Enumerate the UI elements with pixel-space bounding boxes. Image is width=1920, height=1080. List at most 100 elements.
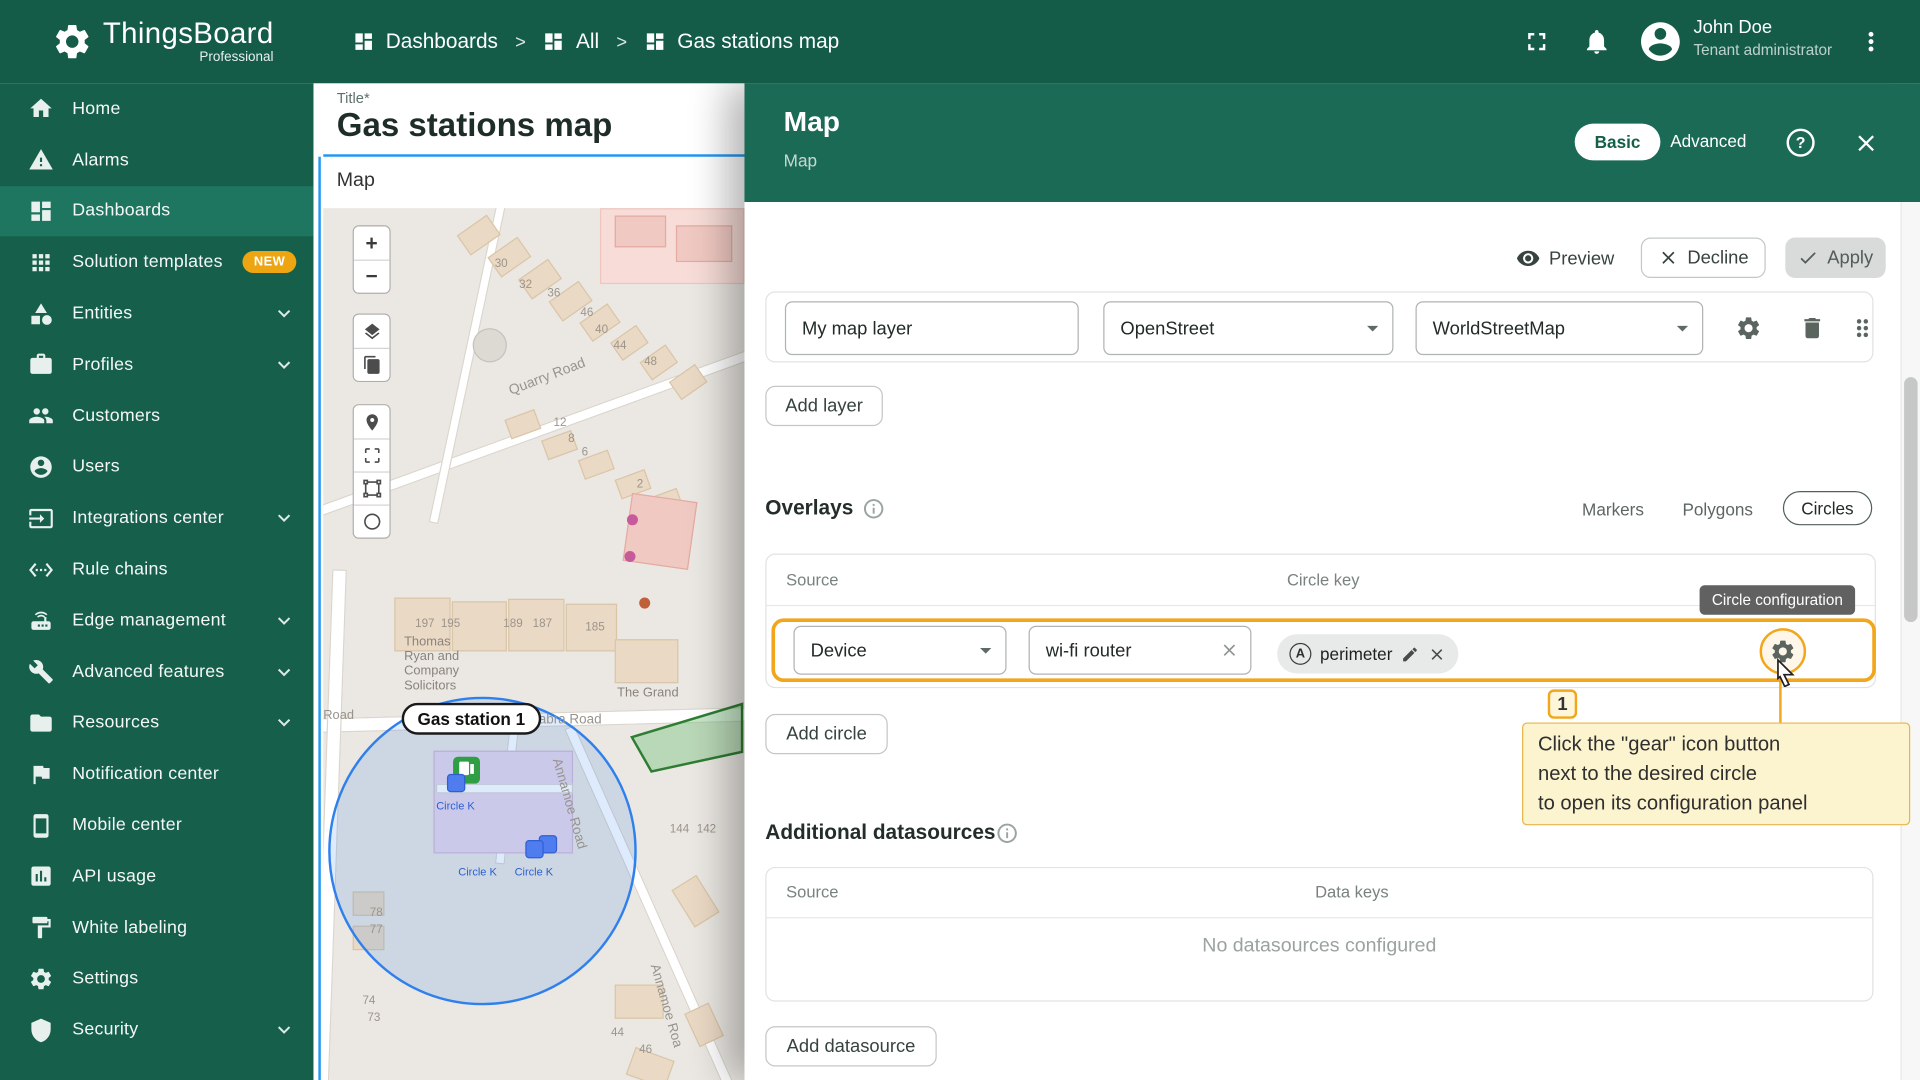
breadcrumb-current[interactable]: Gas stations map <box>644 29 839 53</box>
sidebar-item-white-labeling[interactable]: White labeling <box>0 902 313 953</box>
location-pin-icon <box>362 412 382 432</box>
avatar[interactable] <box>1637 18 1684 65</box>
sidebar-item-settings[interactable]: Settings <box>0 953 313 1004</box>
clear-input-icon[interactable] <box>1220 640 1240 660</box>
layer-drag-handle-icon[interactable] <box>1849 315 1876 342</box>
sidebar-item-mobile-center[interactable]: Mobile center <box>0 800 313 851</box>
map-provider-select[interactable]: OpenStreet <box>1103 301 1393 355</box>
zoom-in-button[interactable]: + <box>354 227 390 260</box>
breadcrumb-separator: > <box>515 31 526 52</box>
circle-key-chip[interactable]: A perimeter <box>1277 634 1458 673</box>
sidebar-item-label: Solution templates <box>72 253 222 273</box>
sidebar-item-rule-chains[interactable]: Rule chains <box>0 544 313 595</box>
map-polygon-overlay[interactable] <box>629 700 744 776</box>
scrollbar-track[interactable] <box>1900 202 1920 1080</box>
sidebar-item-entities[interactable]: Entities <box>0 288 313 339</box>
gas-station-tooltip-chip[interactable]: Gas station 1 <box>402 703 541 735</box>
sidebar-item-profiles[interactable]: Profiles <box>0 339 313 390</box>
breadcrumb-label: Dashboards <box>386 29 498 53</box>
add-layer-button[interactable]: Add layer <box>765 386 883 426</box>
brand-logo[interactable]: ThingsBoard Professional <box>51 18 273 65</box>
sidebar-item-alarms[interactable]: Alarms <box>0 134 313 185</box>
sidebar-item-label: Notification center <box>72 764 219 784</box>
callout-line: to open its configuration panel <box>1538 789 1894 818</box>
widget-selection-edge <box>318 157 320 1080</box>
dashboard-title-input[interactable]: Gas stations map <box>337 107 613 145</box>
map-poi-icon <box>639 598 650 609</box>
column-header-circle-key: Circle key <box>1287 571 1360 589</box>
info-icon <box>862 497 885 520</box>
map-widget[interactable]: Gas station 1 Circle K Circle K Circle K… <box>323 208 744 1080</box>
draw-tools-control <box>353 404 391 539</box>
select-area-button[interactable] <box>354 438 390 471</box>
scrollbar-thumb[interactable] <box>1904 377 1917 622</box>
basic-mode-toggle[interactable]: Basic <box>1575 124 1661 161</box>
breadcrumb-all[interactable]: All <box>543 29 599 53</box>
sidebar-item-users[interactable]: Users <box>0 442 313 493</box>
sidebar-item-home[interactable]: Home <box>0 83 313 134</box>
draw-polygon-button[interactable] <box>354 471 390 504</box>
add-circle-label: Add circle <box>786 724 867 745</box>
tile-style-value: WorldStreetMap <box>1433 318 1565 339</box>
breadcrumb-dashboards[interactable]: Dashboards <box>353 29 498 53</box>
layers-button[interactable] <box>354 315 390 348</box>
sidebar-item-security[interactable]: Security <box>0 1005 313 1056</box>
add-datasource-button[interactable]: Add datasource <box>765 1026 936 1066</box>
map-building <box>676 225 732 262</box>
add-circle-button[interactable]: Add circle <box>765 714 887 754</box>
layers-control <box>353 313 391 382</box>
more-menu-icon[interactable] <box>1856 27 1885 56</box>
close-icon[interactable] <box>1853 130 1880 157</box>
sidebar-item-solution-templates[interactable]: Solution templates NEW <box>0 237 313 288</box>
draw-circle-button[interactable] <box>354 504 390 537</box>
apply-button[interactable]: Apply <box>1785 238 1885 278</box>
circle-k-marker[interactable]: Circle K <box>497 840 570 878</box>
sidebar-item-notification-center[interactable]: Notification center <box>0 749 313 800</box>
preview-button[interactable]: Preview <box>1516 240 1614 277</box>
tab-polygons[interactable]: Polygons <box>1682 500 1753 520</box>
sidebar-item-label: Customers <box>72 406 160 426</box>
pages-button[interactable] <box>354 348 390 381</box>
sidebar-item-customers[interactable]: Customers <box>0 390 313 441</box>
decline-button[interactable]: Decline <box>1641 238 1766 278</box>
edit-pencil-icon[interactable] <box>1401 645 1419 663</box>
tab-circles[interactable]: Circles <box>1783 491 1872 525</box>
map-building <box>615 639 679 683</box>
zoom-out-button[interactable]: − <box>354 260 390 293</box>
advanced-mode-toggle[interactable]: Advanced <box>1670 131 1746 151</box>
sidebar-item-resources[interactable]: Resources <box>0 697 313 748</box>
help-button[interactable]: ? <box>1787 129 1815 157</box>
layers-list: My map layer OpenStreet WorldStreetMap <box>765 291 1873 362</box>
tile-style-select[interactable]: WorldStreetMap <box>1416 301 1704 355</box>
dropdown-caret-icon <box>1359 315 1386 342</box>
sidebar-item-api-usage[interactable]: API usage <box>0 851 313 902</box>
paint-icon <box>28 915 54 941</box>
chevron-down-icon <box>272 353 296 377</box>
tab-markers[interactable]: Markers <box>1582 500 1644 520</box>
place-marker-button[interactable] <box>354 405 390 438</box>
circle-source-select[interactable]: Device <box>793 626 1006 675</box>
fullscreen-icon[interactable] <box>1522 27 1551 56</box>
chevron-down-icon <box>272 660 296 684</box>
remove-key-icon[interactable] <box>1428 645 1446 663</box>
sidebar-item-label: Resources <box>72 713 159 733</box>
sidebar-item-edge-management[interactable]: Edge management <box>0 595 313 646</box>
callout-line: next to the desired circle <box>1538 759 1894 788</box>
map-circle-overlay[interactable] <box>328 697 637 1006</box>
sidebar-item-dashboards[interactable]: Dashboards <box>0 186 313 237</box>
alarm-warning-icon <box>28 147 54 173</box>
circle-entity-input[interactable]: wi-fi router <box>1029 626 1252 675</box>
map-poi-label: Thomas <box>404 634 450 649</box>
flag-icon <box>28 761 54 787</box>
layer-settings-gear-icon[interactable] <box>1735 315 1762 342</box>
layer-name-input[interactable]: My map layer <box>785 301 1079 355</box>
circle-k-marker[interactable]: Circle K <box>419 774 492 812</box>
user-info[interactable]: John Doe Tenant administrator <box>1693 16 1832 63</box>
sidebar-item-advanced-features[interactable]: Advanced features <box>0 646 313 697</box>
notifications-bell-icon[interactable] <box>1582 27 1611 56</box>
sidebar-item-integrations-center[interactable]: Integrations center <box>0 493 313 544</box>
map-round-building <box>473 328 507 362</box>
step-number-badge: 1 <box>1548 689 1577 718</box>
sidebar-item-label: API usage <box>72 867 156 887</box>
layer-delete-trash-icon[interactable] <box>1799 315 1826 342</box>
